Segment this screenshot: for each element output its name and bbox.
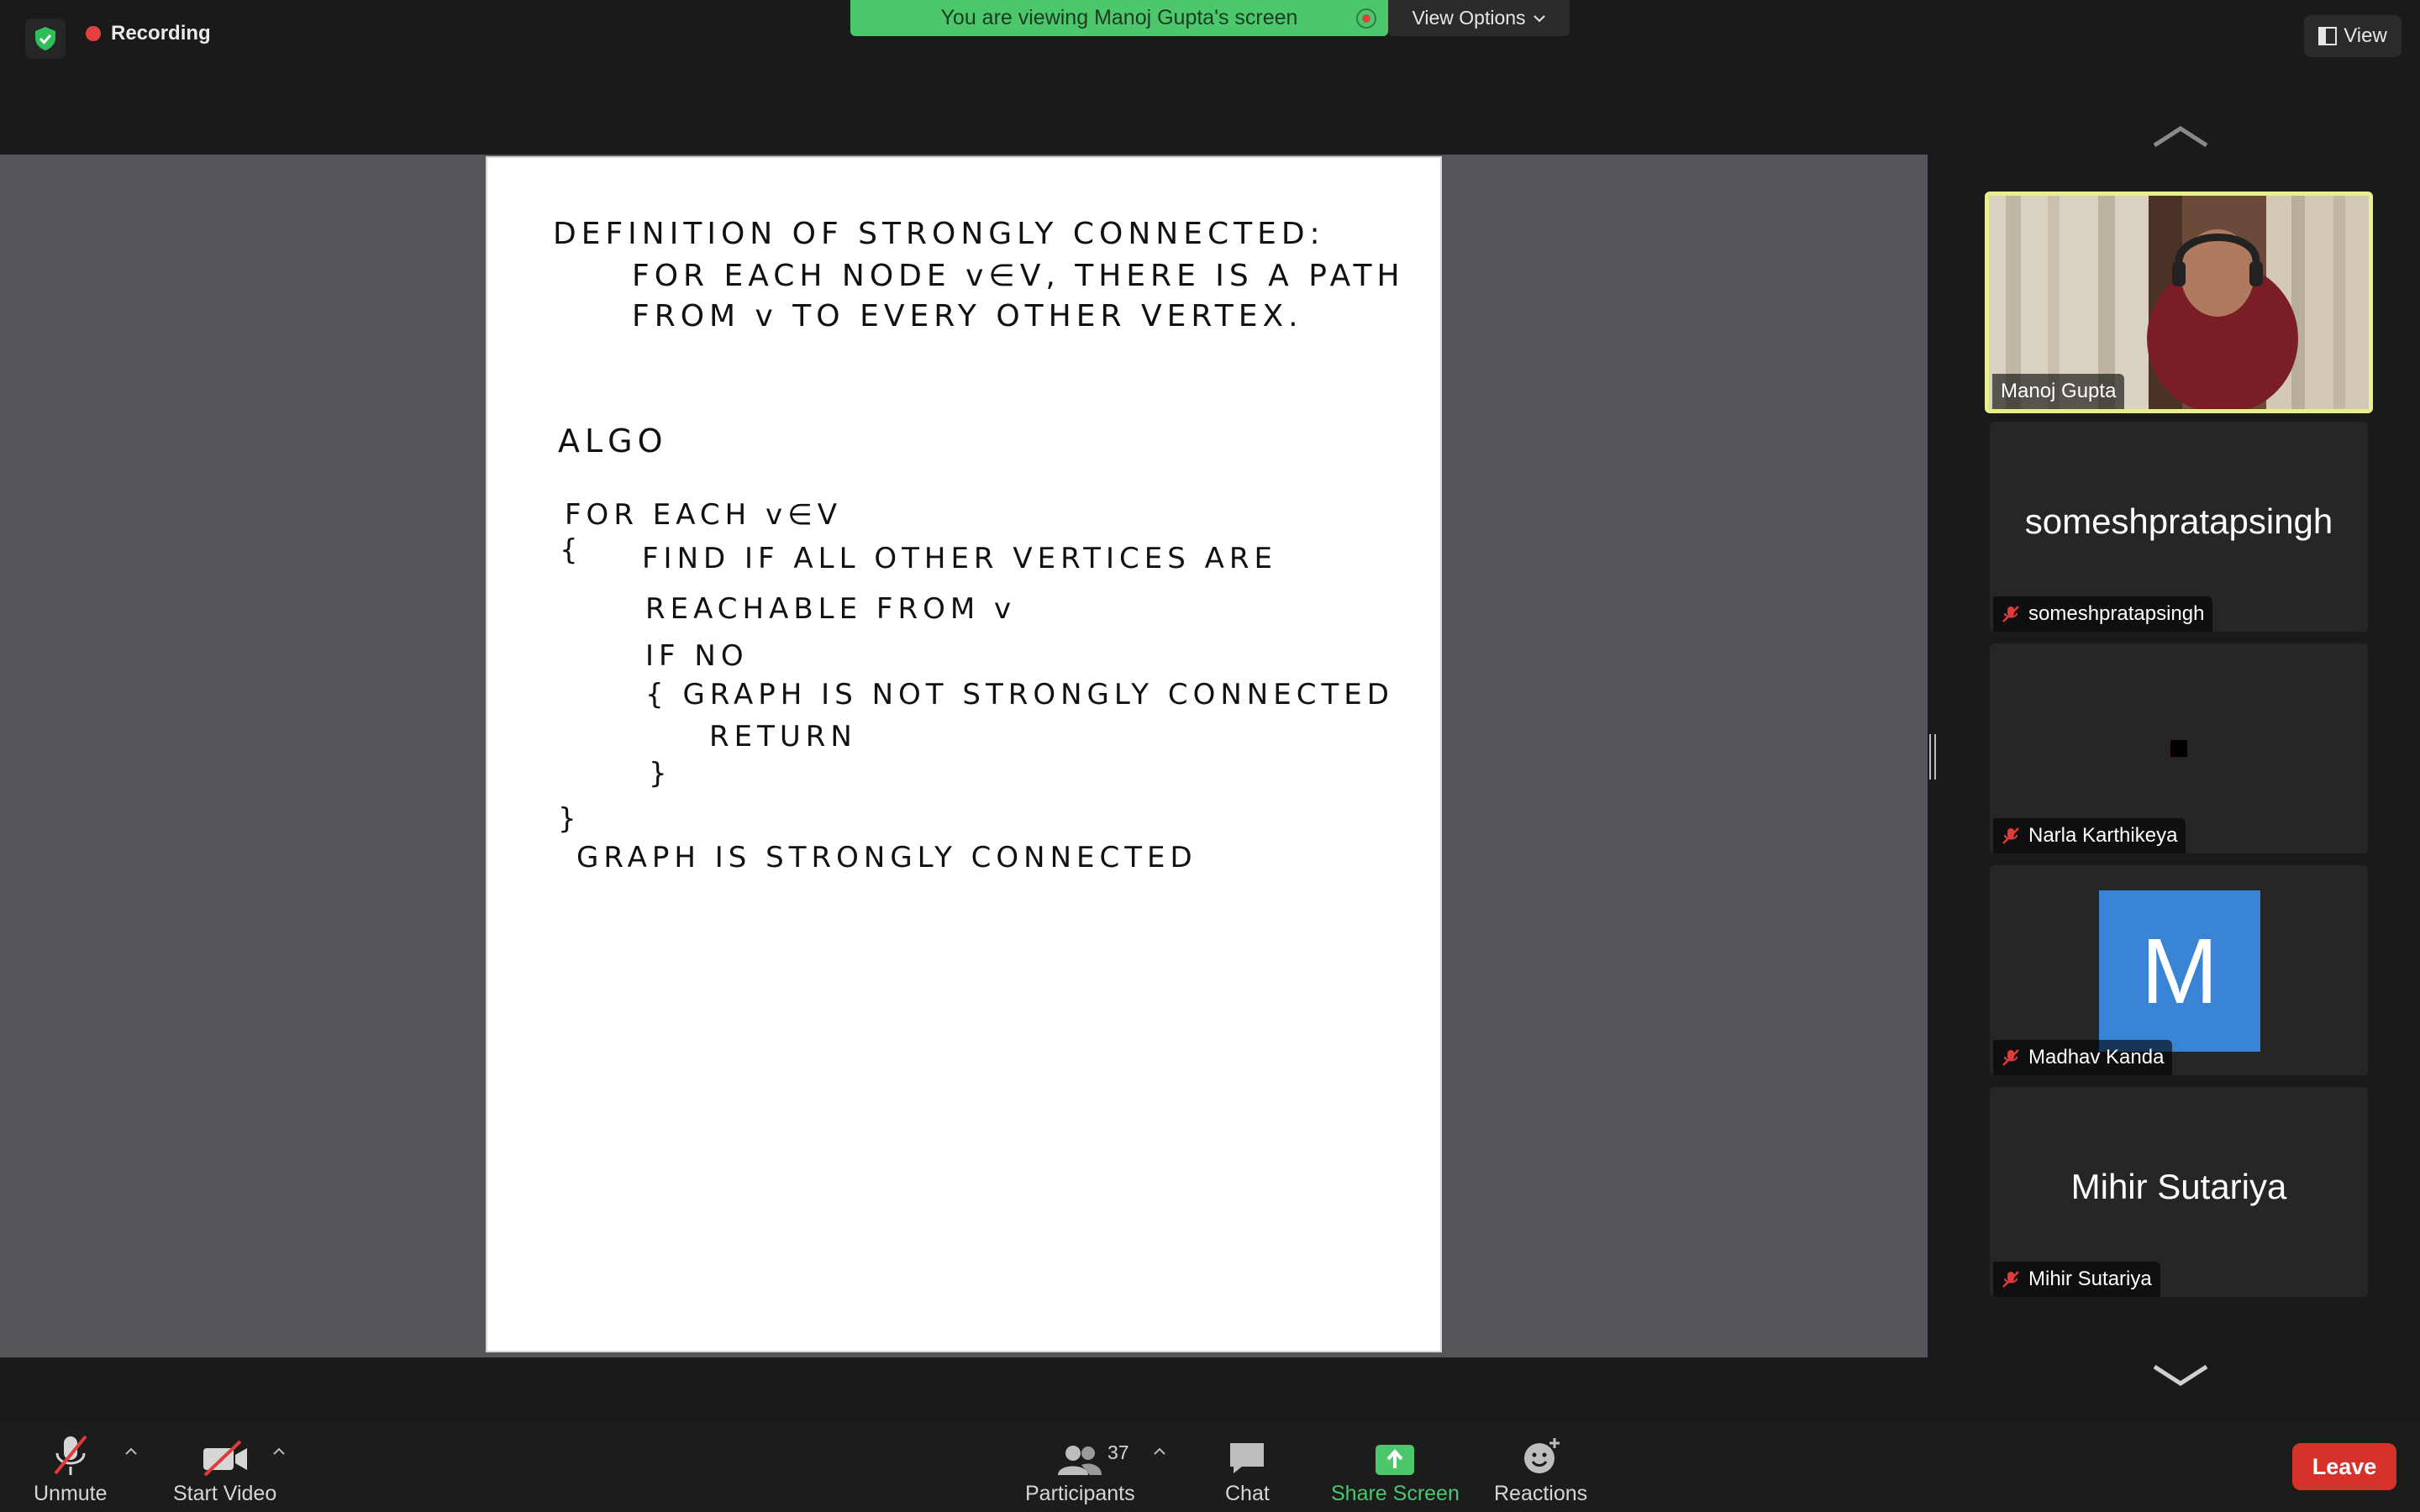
participant-name: Madhav Kanda [2028,1046,2165,1068]
participant-name-tag: Madhav Kanda [1993,1040,2173,1075]
handwritten-notes: DEFINITION OF STRONGLY CONNECTED: FOR EA… [553,217,1405,874]
note-line: GRAPH IS STRONGLY CONNECTED [576,841,1197,874]
gallery-scroll-up-button[interactable] [2151,119,2210,153]
view-options-button[interactable]: View Options [1388,0,1570,36]
video-tile-someshpratapsingh[interactable]: someshpratapsingh someshpratapsingh [1990,422,2368,632]
video-tile-narla-karthikeya[interactable]: Narla Karthikeya [1990,643,2368,853]
chevron-up-icon [125,1447,137,1455]
gallery-scroll-down-button[interactable] [2151,1359,2210,1393]
note-line: DEFINITION OF STRONGLY CONNECTED: [553,217,1325,251]
view-options-label: View Options [1412,7,1526,29]
chevron-down-icon [2153,1364,2208,1386]
unmute-button[interactable]: Unmute [34,1430,108,1506]
muted-mic-icon [2002,1049,2019,1066]
video-tile-manoj-gupta[interactable]: Manoj Gupta [1985,192,2373,413]
unmute-label: Unmute [34,1482,108,1505]
chat-button[interactable]: Chat [1225,1430,1270,1506]
video-tile-mihir-sutariya[interactable]: Mihir Sutariya Mihir Sutariya [1990,1087,2368,1297]
reactions-button[interactable]: Reactions [1494,1430,1587,1506]
audio-options-caret[interactable] [121,1441,141,1462]
stop-indicator-icon [1356,8,1376,29]
recording-indicator[interactable]: Recording [86,22,211,45]
gallery-resize-handle[interactable] [1929,734,1936,780]
video-off-icon [203,1440,247,1477]
video-tile-madhav-kanda[interactable]: M Madhav Kanda [1990,865,2368,1075]
participants-label: Participants [1025,1482,1135,1505]
participant-name: someshpratapsingh [2028,602,2205,625]
note-line: IF NO [645,639,749,673]
note-line: REACHABLE FROM v [645,592,1016,626]
participant-name-tag: Narla Karthikeya [1993,818,2186,853]
view-label: View [2344,24,2387,47]
start-video-label: Start Video [173,1482,277,1505]
chevron-up-icon [2153,126,2208,148]
chat-label: Chat [1225,1482,1270,1505]
participants-options-caret[interactable] [1150,1441,1170,1462]
note-line: { [560,533,583,567]
shared-screen-area: DEFINITION OF STRONGLY CONNECTED: FOR EA… [0,155,1928,1357]
start-video-button[interactable]: Start Video [173,1430,276,1506]
avatar: M [2099,890,2260,1052]
note-line: FOR EACH NODE v∈V, THERE IS A PATH [632,259,1405,293]
viewing-screen-banner: You are viewing Manoj Gupta's screen [850,0,1388,36]
participant-name-tag: Mihir Sutariya [1993,1262,2160,1297]
top-bar: Recording You are viewing Manoj Gupta's … [0,0,2420,155]
recording-label: Recording [111,22,211,45]
note-line: FIND IF ALL OTHER VERTICES ARE [642,542,1277,575]
video-options-caret[interactable] [269,1441,289,1462]
participants-icon [1058,1446,1102,1475]
layout-icon [2318,27,2338,45]
note-line: } [558,802,581,836]
share-screen-icon [1376,1445,1415,1475]
share-screen-button[interactable]: Share Screen [1331,1430,1460,1506]
mic-muted-icon [54,1435,87,1475]
participant-name: Manoj Gupta [2001,380,2117,402]
security-shield-icon[interactable] [25,18,66,59]
banner-text: You are viewing Manoj Gupta's screen [940,6,1298,29]
recording-dot-icon [86,26,101,41]
participant-display-name: someshpratapsingh [2024,501,2333,541]
chat-bubble-icon [1230,1443,1265,1473]
muted-mic-icon [2002,827,2019,844]
leave-button[interactable]: Leave [2292,1443,2396,1490]
participants-count: 37 [1107,1441,1129,1463]
note-line: FOR EACH v∈V [565,498,842,532]
video-placeholder [2170,739,2188,758]
participant-name-tag: Manoj Gupta [1992,374,2125,409]
note-line: ALGO [558,423,668,459]
chevron-up-icon [1154,1447,1165,1455]
whiteboard-page: DEFINITION OF STRONGLY CONNECTED: FOR EA… [486,156,1442,1352]
note-line: RETURN [709,720,857,753]
muted-mic-icon [2002,606,2019,622]
muted-mic-icon [2002,1271,2019,1288]
participant-display-name: Mihir Sutariya [2070,1167,2287,1206]
smiley-plus-icon [1523,1438,1560,1473]
participant-name-tag: someshpratapsingh [1993,596,2213,632]
note-line: FROM v TO EVERY OTHER VERTEX. [632,299,1303,333]
share-screen-label: Share Screen [1331,1482,1460,1505]
reactions-label: Reactions [1494,1482,1588,1505]
participant-name: Narla Karthikeya [2028,824,2178,847]
note-line: } [649,757,672,790]
participant-name: Mihir Sutariya [2028,1268,2152,1290]
view-button[interactable]: View [2304,15,2402,57]
note-line: { GRAPH IS NOT STRONGLY CONNECTED [645,678,1394,711]
chevron-down-icon [1533,14,1545,22]
chevron-up-icon [273,1447,285,1455]
meeting-toolbar: Unmute Start Video Participants 37 Chat … [0,1421,2420,1512]
